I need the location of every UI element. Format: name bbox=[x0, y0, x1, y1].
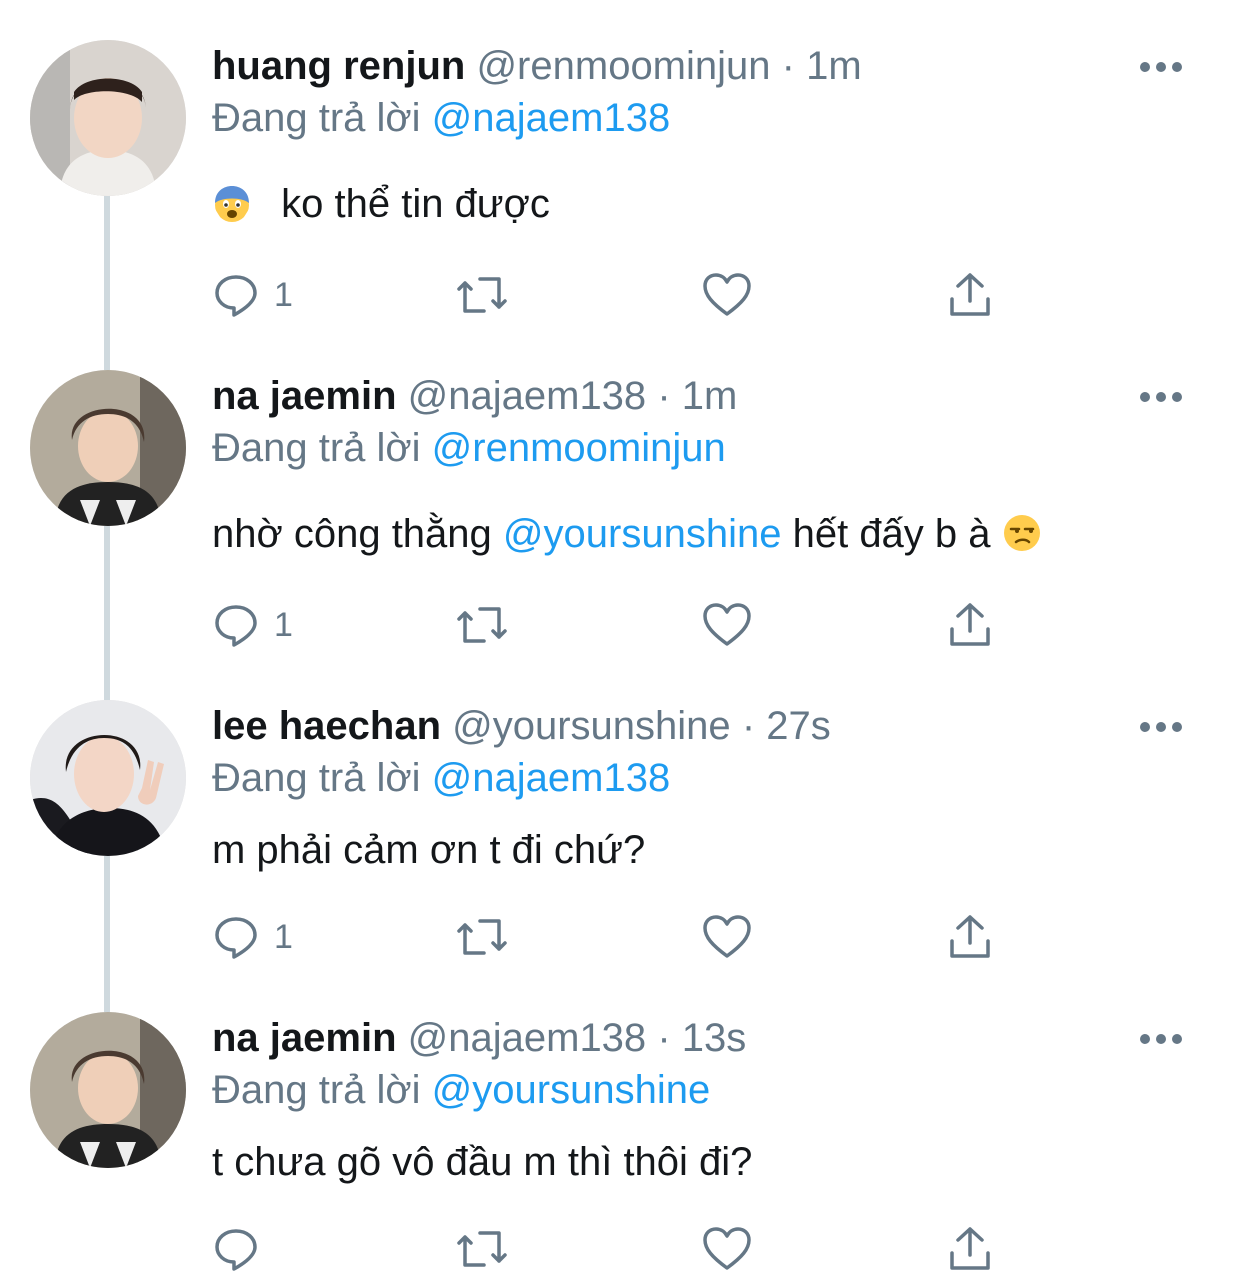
tweet-text: ko thể tin được bbox=[212, 180, 550, 228]
replying-to: Đang trả lời @najaem138 bbox=[212, 94, 670, 142]
replying-to-mention[interactable]: @renmoominjun bbox=[432, 426, 726, 470]
thread-line bbox=[104, 196, 110, 370]
retweet-button[interactable] bbox=[454, 1224, 510, 1274]
reply-bubble-icon bbox=[215, 1229, 257, 1271]
tweet-header: na jaemin @najaem138 · 13s bbox=[212, 1014, 746, 1062]
retweet-icon bbox=[457, 607, 507, 643]
avatar[interactable] bbox=[30, 700, 186, 856]
thread-line bbox=[104, 856, 110, 1012]
tweet-body: m phải cảm ơn t đi chứ? bbox=[212, 828, 646, 872]
user-handle[interactable]: @najaem138 bbox=[408, 374, 647, 418]
tweet-body: ko thể tin được bbox=[281, 182, 550, 226]
timestamp[interactable]: 27s bbox=[766, 704, 831, 748]
retweet-button[interactable] bbox=[454, 270, 510, 320]
reply-button[interactable]: 1 bbox=[212, 270, 293, 320]
more-dots-icon[interactable] bbox=[1138, 722, 1184, 734]
tweet-header: lee haechan @yoursunshine · 27s bbox=[212, 702, 831, 750]
thread-line bbox=[104, 526, 110, 700]
more-dots-icon[interactable] bbox=[1138, 392, 1184, 404]
heart-icon bbox=[703, 603, 751, 646]
share-button[interactable] bbox=[946, 600, 994, 650]
like-button[interactable] bbox=[702, 912, 752, 962]
heart-icon bbox=[703, 915, 751, 958]
replying-to-mention[interactable]: @najaem138 bbox=[432, 96, 671, 140]
share-icon bbox=[950, 603, 990, 646]
tweet-text: m phải cảm ơn t đi chứ? bbox=[212, 826, 645, 874]
share-button[interactable] bbox=[946, 1224, 994, 1274]
replying-label: Đang trả lời bbox=[212, 756, 421, 800]
tweet-actions: 1 bbox=[212, 600, 1012, 650]
reply-count: 1 bbox=[274, 918, 293, 956]
avatar[interactable] bbox=[30, 40, 186, 196]
retweet-icon bbox=[457, 919, 507, 955]
fearful-face-emoji bbox=[213, 186, 251, 223]
replying-label: Đang trả lời bbox=[212, 96, 421, 140]
user-handle[interactable]: @yoursunshine bbox=[452, 704, 731, 748]
reply-button[interactable]: 1 bbox=[212, 600, 293, 650]
replying-to-mention[interactable]: @yoursunshine bbox=[432, 1068, 711, 1112]
share-icon bbox=[950, 915, 990, 958]
replying-to: Đang trả lời @yoursunshine bbox=[212, 1066, 710, 1114]
tweet-actions bbox=[212, 1224, 1012, 1274]
heart-icon bbox=[703, 1227, 751, 1270]
replying-label: Đang trả lời bbox=[212, 1068, 421, 1112]
share-button[interactable] bbox=[946, 270, 994, 320]
separator: · bbox=[741, 704, 756, 748]
reply-button[interactable]: 1 bbox=[212, 912, 293, 962]
reply-bubble-icon bbox=[215, 605, 257, 647]
retweet-icon bbox=[457, 1231, 507, 1267]
reply-count: 1 bbox=[274, 606, 293, 644]
share-button[interactable] bbox=[946, 912, 994, 962]
retweet-button[interactable] bbox=[454, 912, 510, 962]
like-button[interactable] bbox=[702, 1224, 752, 1274]
separator: · bbox=[781, 44, 795, 88]
separator: · bbox=[657, 1016, 671, 1060]
unamused-face-emoji bbox=[1003, 515, 1040, 552]
tweet-body-after: hết đấy b à bbox=[792, 512, 991, 556]
tweet-body: t chưa gõ vô đầu m thì thôi đi? bbox=[212, 1140, 753, 1184]
share-icon bbox=[950, 273, 990, 316]
timestamp[interactable]: 1m bbox=[682, 374, 738, 418]
reply-button[interactable] bbox=[212, 1224, 274, 1274]
tweet-header: na jaemin @najaem138 · 1m bbox=[212, 372, 737, 420]
avatar[interactable] bbox=[30, 1012, 186, 1168]
like-button[interactable] bbox=[702, 600, 752, 650]
tweet-actions: 1 bbox=[212, 912, 1012, 962]
reply-bubble-icon bbox=[215, 275, 257, 317]
retweet-icon bbox=[457, 277, 507, 313]
display-name[interactable]: na jaemin bbox=[212, 1016, 397, 1060]
tweet-body-before: nhờ công thằng bbox=[212, 512, 492, 556]
display-name[interactable]: na jaemin bbox=[212, 374, 397, 418]
replying-to-mention[interactable]: @najaem138 bbox=[432, 756, 671, 800]
timestamp[interactable]: 13s bbox=[682, 1016, 747, 1060]
user-handle[interactable]: @renmoominjun bbox=[476, 44, 770, 88]
timestamp[interactable]: 1m bbox=[806, 44, 862, 88]
avatar[interactable] bbox=[30, 370, 186, 526]
heart-icon bbox=[703, 273, 751, 316]
tweet-text: t chưa gõ vô đầu m thì thôi đi? bbox=[212, 1138, 752, 1186]
reply-bubble-icon bbox=[215, 917, 257, 959]
like-button[interactable] bbox=[702, 270, 752, 320]
separator: · bbox=[657, 374, 671, 418]
more-dots-icon[interactable] bbox=[1138, 62, 1184, 74]
tweet-actions: 1 bbox=[212, 270, 1012, 320]
display-name[interactable]: huang renjun bbox=[212, 44, 465, 88]
share-icon bbox=[950, 1227, 990, 1270]
tweet-text: nhờ công thằng @yoursunshine hết đấy b à bbox=[212, 510, 1042, 558]
replying-to: Đang trả lời @renmoominjun bbox=[212, 424, 726, 472]
replying-label: Đang trả lời bbox=[212, 426, 421, 470]
user-handle[interactable]: @najaem138 bbox=[408, 1016, 647, 1060]
replying-to: Đang trả lời @najaem138 bbox=[212, 754, 670, 802]
more-dots-icon[interactable] bbox=[1138, 1034, 1184, 1046]
tweet-header: huang renjun @renmoominjun · 1m bbox=[212, 42, 862, 90]
tweet-body-mention[interactable]: @yoursunshine bbox=[503, 512, 782, 556]
reply-count: 1 bbox=[274, 276, 293, 314]
display-name[interactable]: lee haechan bbox=[212, 704, 441, 748]
retweet-button[interactable] bbox=[454, 600, 510, 650]
